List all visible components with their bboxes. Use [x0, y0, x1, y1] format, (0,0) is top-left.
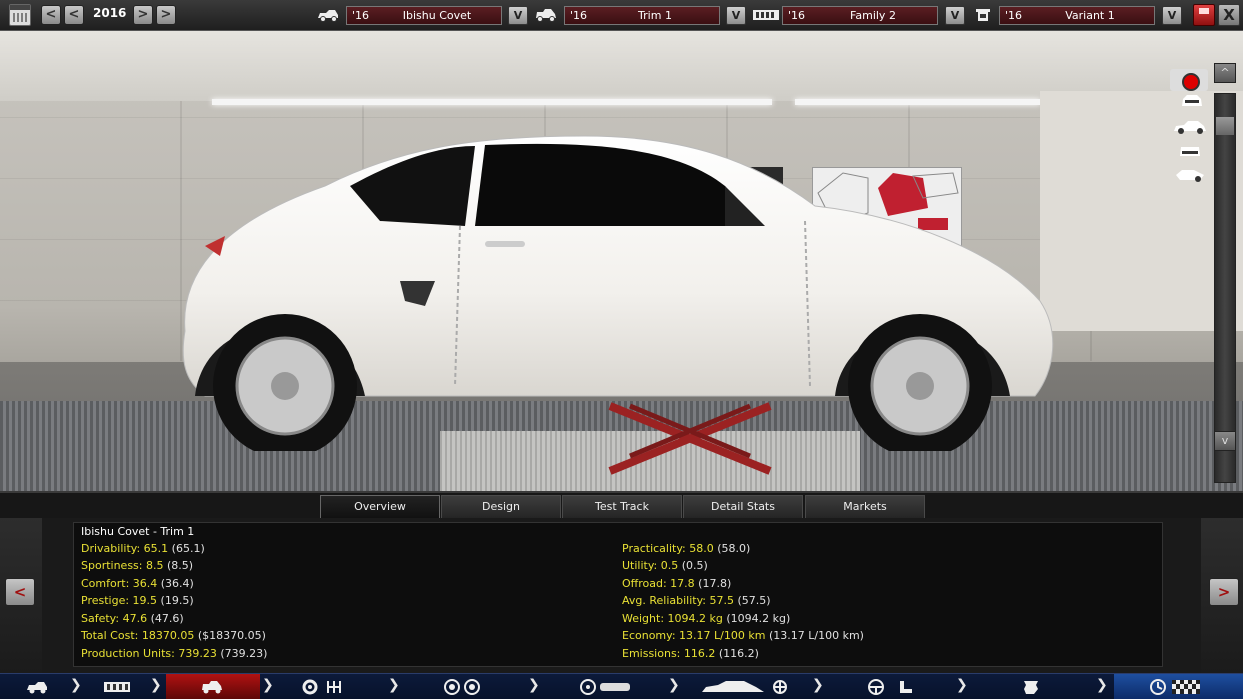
- stat-production-units: Production Units: 739.23 (739.23): [81, 647, 268, 660]
- variant-dropdown-button[interactable]: V: [1162, 6, 1182, 25]
- nav-suspension[interactable]: [546, 674, 666, 699]
- stat-practicality: Practicality: 58.0 (58.0): [622, 542, 751, 555]
- stat-safety: Safety: 47.6 (47.6): [81, 612, 184, 625]
- nav-chassis[interactable]: [88, 674, 148, 699]
- engine-family-icon: [753, 10, 779, 20]
- finish-flag-icon: [1150, 679, 1200, 695]
- fixtures-icon: [1024, 681, 1038, 694]
- bottom-nav-bar: ❯ ❯ ❯ ❯ ❯ ❯ ❯ ❯ ❯: [0, 673, 1243, 699]
- family-dropdown-button[interactable]: V: [945, 6, 965, 25]
- model-name: Ibishu Covet: [402, 9, 472, 22]
- engine-gearbox-icon: [302, 679, 341, 695]
- variant-name: Variant 1: [1065, 9, 1115, 22]
- chassis-icon: [104, 682, 130, 692]
- rear-view-icon[interactable]: [1176, 143, 1204, 159]
- model-year: '16: [352, 9, 370, 22]
- model-select[interactable]: '16 Ibishu Covet: [346, 6, 502, 25]
- chevron-right-icon: ❯: [70, 677, 82, 693]
- tab-test-track[interactable]: Test Track: [562, 495, 682, 519]
- year-display: 2016: [93, 6, 127, 20]
- brakes-suspension-icon: [580, 679, 630, 695]
- stat-economy: Economy: 13.17 L/100 km (13.17 L/100 km): [622, 629, 864, 642]
- zoom-scroll-thumb[interactable]: [1216, 117, 1234, 135]
- top-toolbar: < < 2016 > > '16 Ibishu Covet V '16 Trim…: [0, 0, 1243, 31]
- year-prev-button[interactable]: <: [64, 5, 84, 25]
- front-view-icon[interactable]: [1178, 93, 1206, 109]
- trim-select[interactable]: '16 Trim 1: [564, 6, 720, 25]
- family-year: '16: [788, 9, 806, 22]
- chevron-right-icon: ❯: [388, 677, 400, 693]
- trim-icon: [536, 9, 556, 22]
- stat-emissions: Emissions: 116.2 (116.2): [622, 647, 759, 660]
- chevron-right-icon: ❯: [1096, 677, 1108, 693]
- nav-body-aero[interactable]: [686, 674, 810, 699]
- nav-engine[interactable]: [280, 674, 388, 699]
- zoom-scrollbar[interactable]: [1214, 93, 1236, 483]
- calendar-icon[interactable]: [9, 4, 31, 26]
- car-3d-viewport[interactable]: ^ v: [0, 31, 1243, 491]
- stat-utility: Utility: 0.5 (0.5): [622, 559, 708, 572]
- prev-trim-button[interactable]: <: [5, 578, 35, 606]
- trim-dropdown-button[interactable]: V: [726, 6, 746, 25]
- car-model-icon: [318, 10, 338, 22]
- family-select[interactable]: '16 Family 2: [782, 6, 938, 25]
- tab-markets[interactable]: Markets: [805, 495, 925, 519]
- ceiling-light: [795, 99, 1040, 105]
- stat-avg-reliability: Avg. Reliability: 57.5 (57.5): [622, 594, 771, 607]
- variant-year: '16: [1005, 9, 1023, 22]
- tab-overview[interactable]: Overview: [320, 495, 440, 519]
- tab-bar: Overview Design Test Track Detail Stats …: [0, 491, 1243, 519]
- stats-title: Ibishu Covet - Trim 1: [81, 525, 195, 538]
- chevron-right-icon: ❯: [956, 677, 968, 693]
- trim-name: Trim 1: [638, 9, 672, 22]
- chevron-right-icon: ❯: [812, 677, 824, 693]
- chevron-right-icon: ❯: [668, 677, 680, 693]
- chevron-right-icon: ❯: [528, 677, 540, 693]
- zoom-up-button[interactable]: ^: [1214, 63, 1236, 83]
- nav-test-drive[interactable]: [1114, 674, 1243, 699]
- stat-offroad: Offroad: 17.8 (17.8): [622, 577, 732, 590]
- stat-sportiness: Sportiness: 8.5 (8.5): [81, 559, 194, 572]
- tab-detail-stats[interactable]: Detail Stats: [683, 495, 803, 519]
- save-icon[interactable]: [1193, 4, 1215, 26]
- tab-design[interactable]: Design: [441, 495, 561, 519]
- chevron-right-icon: ❯: [262, 677, 274, 693]
- nav-interior[interactable]: [830, 674, 954, 699]
- camera-icon[interactable]: [1170, 69, 1208, 91]
- zoom-down-button[interactable]: v: [1214, 431, 1236, 451]
- trim-year: '16: [570, 9, 588, 22]
- engine-variant-icon: [976, 9, 990, 21]
- stats-panel: [73, 522, 1163, 667]
- year-next-button[interactable]: >: [133, 5, 153, 25]
- nav-trim[interactable]: [166, 674, 260, 699]
- trim-icon: [202, 681, 222, 694]
- nav-model[interactable]: [0, 674, 70, 699]
- stat-drivability: Drivability: 65.1 (65.1): [81, 542, 205, 555]
- year-next-far-button[interactable]: >: [156, 5, 176, 25]
- garage-back-room: [1040, 91, 1243, 331]
- ceiling-light: [212, 99, 772, 105]
- next-trim-button[interactable]: >: [1209, 578, 1239, 606]
- model-dropdown-button[interactable]: V: [508, 6, 528, 25]
- car-model-icon: [27, 682, 47, 694]
- family-name: Family 2: [850, 9, 896, 22]
- stat-weight: Weight: 1094.2 kg (1094.2 kg): [622, 612, 791, 625]
- close-button[interactable]: X: [1218, 4, 1240, 26]
- stat-comfort: Comfort: 36.4 (36.4): [81, 577, 194, 590]
- car-model-render: [182, 135, 1054, 451]
- nav-fixtures[interactable]: [974, 674, 1094, 699]
- stat-total-cost: Total Cost: 18370.05 ($18370.05): [81, 629, 266, 642]
- chevron-right-icon: ❯: [150, 677, 162, 693]
- variant-select[interactable]: '16 Variant 1: [999, 6, 1155, 25]
- interior-icon: [868, 679, 912, 695]
- angle-view-icon[interactable]: [1174, 167, 1206, 183]
- side-view-icon[interactable]: [1172, 119, 1208, 135]
- year-prev-far-button[interactable]: <: [41, 5, 61, 25]
- stat-prestige: Prestige: 19.5 (19.5): [81, 594, 194, 607]
- wheels-icon: [444, 679, 480, 695]
- nav-wheels[interactable]: [406, 674, 526, 699]
- body-aero-icon: [702, 680, 787, 694]
